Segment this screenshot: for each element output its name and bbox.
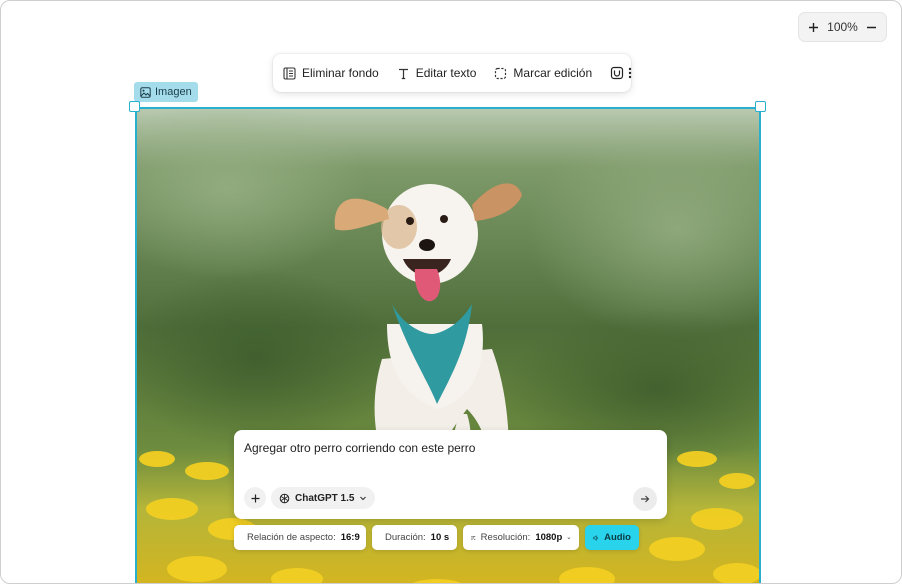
plus-icon	[808, 22, 818, 32]
model-name: ChatGPT 1.5	[295, 492, 355, 504]
zoom-out-button[interactable]	[864, 19, 880, 35]
resolution-grid-icon	[471, 535, 476, 540]
zoom-in-button[interactable]	[805, 19, 821, 35]
add-attachment-button[interactable]	[244, 487, 266, 509]
model-selector[interactable]: ChatGPT 1.5	[271, 487, 376, 509]
plus-icon	[251, 494, 259, 502]
remove-background-button[interactable]: Eliminar fondo	[283, 66, 379, 80]
aspect-ratio-selector[interactable]: Relación de aspecto: 16:9	[234, 525, 366, 550]
resolution-value: 1080p	[535, 532, 563, 543]
resolution-label: Resolución:	[480, 532, 531, 543]
image-label-chip: Imagen	[134, 82, 198, 102]
edit-text-button[interactable]: Editar texto	[397, 66, 477, 80]
chevron-down-icon	[360, 496, 367, 501]
chevron-down-icon	[567, 536, 571, 539]
duration-selector[interactable]: Duración: 10 s	[372, 525, 457, 550]
image-label-text: Imagen	[155, 86, 192, 98]
audio-toggle[interactable]: Audio	[585, 525, 639, 550]
remove-background-label: Eliminar fondo	[302, 66, 379, 80]
speaker-icon	[593, 534, 599, 541]
marquee-select-icon	[495, 67, 507, 79]
more-vertical-icon	[628, 67, 632, 79]
mark-edit-button[interactable]: Marcar edición	[494, 66, 592, 80]
more-options-button[interactable]	[628, 64, 632, 82]
cut-button[interactable]	[610, 64, 624, 82]
duration-value: 10 s	[430, 532, 450, 543]
resize-handle-top-right[interactable]	[755, 101, 766, 112]
send-button[interactable]	[633, 487, 657, 511]
zoom-level: 100%	[827, 20, 858, 34]
image-icon	[140, 86, 151, 98]
arrow-right-icon	[641, 495, 650, 503]
mark-edit-label: Marcar edición	[513, 66, 593, 80]
resolution-selector[interactable]: Resolución: 1080p	[463, 525, 579, 550]
aspect-ratio-value: 16:9	[340, 532, 360, 543]
duration-label: Duración:	[385, 532, 426, 543]
openai-logo-icon	[279, 493, 290, 503]
audio-label: Audio	[604, 532, 631, 543]
cut-icon	[611, 66, 624, 80]
zoom-control: 100%	[798, 12, 887, 42]
edit-text-label: Editar texto	[415, 66, 477, 80]
aspect-ratio-label: Relación de aspecto:	[247, 532, 336, 543]
canvas-window: 100% Eliminar fondo Editar texto Marcar …	[0, 0, 902, 584]
resize-handle-top-left[interactable]	[129, 101, 140, 112]
prompt-input[interactable]: Agregar otro perro corriendo con este pe…	[244, 441, 475, 455]
image-toolbar: Eliminar fondo Editar texto Marcar edici…	[273, 54, 632, 92]
prompt-card: Agregar otro perro corriendo con este pe…	[234, 430, 667, 519]
minus-icon	[867, 26, 877, 28]
remove-background-icon	[283, 66, 296, 80]
text-icon	[398, 68, 408, 79]
